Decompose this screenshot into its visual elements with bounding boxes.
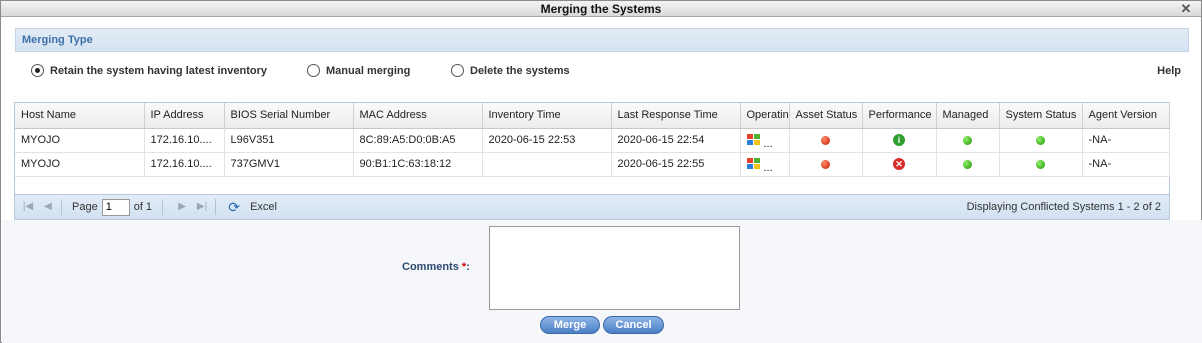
green-status-dot-icon	[1036, 135, 1045, 145]
cell-host-name: MYOJO	[15, 152, 145, 177]
cell-asset-status	[789, 152, 863, 177]
info-status-icon[interactable]: i	[893, 134, 905, 147]
col-last-response-time[interactable]: Last Response Time	[611, 103, 741, 129]
first-page-icon[interactable]: |◀	[21, 200, 35, 214]
prev-page-icon[interactable]: ◀	[41, 200, 55, 214]
os-more-text: ...	[763, 161, 773, 174]
cell-ip-address: 172.16.10....	[144, 152, 225, 177]
green-status-dot-icon	[1036, 159, 1045, 169]
cell-last-response-time: 2020-06-15 22:55	[611, 152, 741, 177]
cell-system-status	[999, 152, 1083, 177]
merge-button[interactable]: Merge	[540, 316, 600, 334]
next-page-icon[interactable]: ▶	[175, 200, 189, 214]
comments-textarea[interactable]	[489, 226, 740, 310]
page-label: Page	[72, 201, 98, 213]
radio-manual-merging-label: Manual merging	[326, 64, 411, 77]
pager-display-text: Displaying Conflicted Systems 1 - 2 of 2	[966, 201, 1161, 213]
table-row[interactable]: MYOJO 172.16.10.... L96V351 8C:89:A5:D0:…	[15, 128, 1170, 153]
close-icon[interactable]: ✕	[1180, 2, 1192, 15]
col-operating-system[interactable]: Operating	[740, 103, 790, 129]
radio-delete-systems[interactable]: Delete the systems	[451, 64, 570, 77]
refresh-icon[interactable]: ⟳	[226, 199, 242, 215]
pager-divider	[61, 199, 62, 215]
radio-delete-systems-label: Delete the systems	[470, 64, 570, 77]
cell-mac-address: 90:B1:1C:63:18:12	[353, 152, 483, 177]
cancel-button[interactable]: Cancel	[603, 316, 664, 334]
comments-form: Comments *: Merge Cancel	[2, 220, 1202, 343]
cell-inventory-time: 2020-06-15 22:53	[482, 128, 612, 153]
comments-label-text: Comments	[402, 261, 459, 273]
os-more-text: ...	[763, 137, 773, 150]
radio-retain-latest-circle[interactable]	[31, 64, 44, 77]
col-inventory-time[interactable]: Inventory Time	[482, 103, 612, 129]
cell-performance: i	[862, 128, 937, 153]
last-page-icon[interactable]: ▶|	[195, 200, 209, 214]
col-performance[interactable]: Performance	[862, 103, 937, 129]
cell-managed	[936, 152, 1000, 177]
radio-retain-latest-label: Retain the system having latest inventor…	[50, 64, 268, 77]
red-status-dot-icon	[821, 135, 830, 145]
cell-host-name: MYOJO	[15, 128, 145, 153]
cell-bios-serial: L96V351	[224, 128, 354, 153]
green-status-dot-icon	[963, 135, 972, 145]
cell-asset-status	[789, 128, 863, 153]
col-asset-status[interactable]: Asset Status	[789, 103, 863, 129]
grid-header-row: Host Name IP Address BIOS Serial Number …	[15, 103, 1170, 129]
cell-inventory-time	[482, 152, 612, 177]
cell-performance: ✕	[862, 152, 937, 177]
excel-export-button[interactable]: Excel	[250, 201, 277, 213]
cell-last-response-time: 2020-06-15 22:54	[611, 128, 741, 153]
merging-type-header: Merging Type	[15, 28, 1189, 52]
page-count-label: of 1	[133, 201, 153, 213]
col-bios-serial[interactable]: BIOS Serial Number	[224, 103, 354, 129]
cell-system-status	[999, 128, 1083, 153]
page-number-input[interactable]	[101, 198, 130, 216]
dialog-title: Merging the Systems	[540, 2, 662, 16]
cell-operating-system: ...	[740, 152, 790, 177]
red-status-dot-icon	[821, 159, 830, 169]
windows-logo-icon	[746, 157, 761, 171]
radio-manual-merging[interactable]: Manual merging	[307, 64, 410, 77]
cell-mac-address: 8C:89:A5:D0:0B:A5	[353, 128, 483, 153]
col-system-status[interactable]: System Status	[999, 103, 1083, 129]
windows-logo-icon	[746, 133, 761, 147]
col-mac-address[interactable]: MAC Address	[353, 103, 483, 129]
green-status-dot-icon	[963, 159, 972, 169]
col-ip-address[interactable]: IP Address	[144, 103, 225, 129]
help-link[interactable]: Help	[1157, 65, 1181, 77]
radio-retain-latest[interactable]: Retain the system having latest inventor…	[31, 64, 267, 77]
col-agent-version[interactable]: Agent Version	[1082, 103, 1170, 129]
grid-pager: |◀ ◀ Page of 1 ▶ ▶| ⟳ Excel Displaying C…	[14, 194, 1170, 220]
comments-label-colon: :	[466, 261, 470, 273]
merge-systems-dialog: Merging the Systems ✕ Merging Type Retai…	[0, 0, 1202, 343]
comments-label: Comments *:	[402, 261, 470, 273]
cell-agent-version: -NA-	[1082, 152, 1170, 177]
cell-agent-version: -NA-	[1082, 128, 1170, 153]
pager-divider	[215, 199, 217, 215]
cell-ip-address: 172.16.10....	[144, 128, 225, 153]
error-status-icon[interactable]: ✕	[893, 158, 905, 171]
cell-managed	[936, 128, 1000, 153]
col-host-name[interactable]: Host Name	[15, 103, 145, 129]
cell-bios-serial: 737GMV1	[224, 152, 354, 177]
table-row[interactable]: MYOJO 172.16.10.... 737GMV1 90:B1:1C:63:…	[15, 152, 1170, 177]
merge-options: Retain the system having latest inventor…	[15, 59, 1189, 85]
cell-operating-system: ...	[740, 128, 790, 153]
pager-divider	[162, 199, 164, 215]
dialog-titlebar[interactable]: Merging the Systems ✕	[1, 1, 1201, 17]
col-managed[interactable]: Managed	[936, 103, 1000, 129]
radio-manual-merging-circle[interactable]	[307, 64, 320, 77]
radio-delete-systems-circle[interactable]	[451, 64, 464, 77]
